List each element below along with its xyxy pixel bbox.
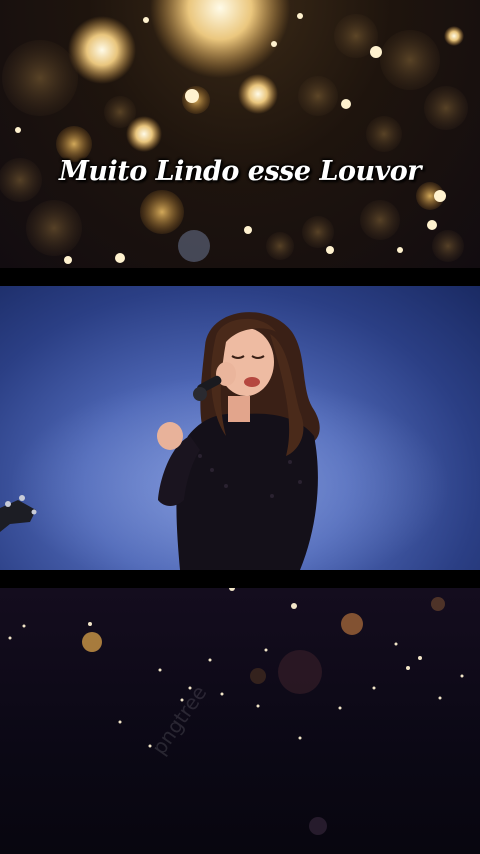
bottom-bokeh-background: pngtree [0, 588, 480, 854]
bokeh-lights-dark [8, 588, 464, 835]
video-frame[interactable] [0, 286, 480, 570]
top-bokeh-background: Muito Lindo esse Louvor [0, 0, 480, 268]
letterbox-top [0, 268, 480, 286]
letterbox-bottom [0, 570, 480, 588]
emoji-row [0, 188, 480, 228]
caption-text: Muito Lindo esse Louvor [58, 156, 422, 187]
singer-scene [0, 312, 450, 570]
